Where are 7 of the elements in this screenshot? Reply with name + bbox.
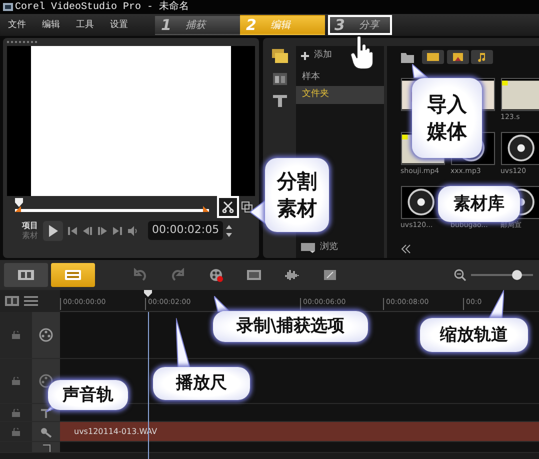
callout-tooltip: 声音轨	[48, 380, 128, 410]
callout-tooltip: 分割素材	[265, 158, 329, 232]
callout-tooltip: 素材库	[438, 186, 520, 222]
callout-tooltip: 播放尺	[153, 367, 250, 400]
window-title: Corel VideoStudio Pro - 未命名	[15, 0, 190, 14]
callout-tooltip: 录制\捕获选项	[213, 311, 368, 342]
callout-tooltip: 缩放轨道	[420, 318, 528, 352]
